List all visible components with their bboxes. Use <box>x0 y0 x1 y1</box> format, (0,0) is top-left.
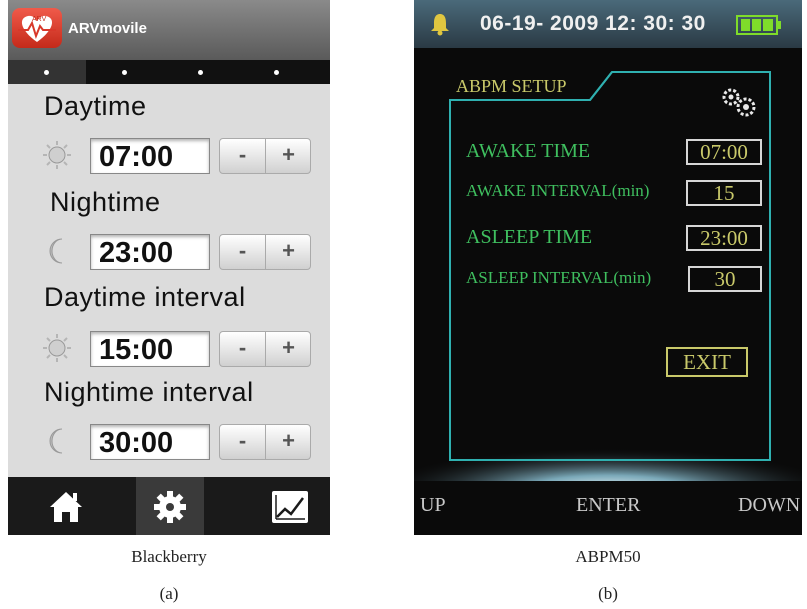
down-softkey[interactable]: DOWN <box>738 494 800 517</box>
sun-icon <box>43 141 71 169</box>
awake-interval-label: AWAKE INTERVAL(min) <box>466 181 650 200</box>
app-header: ARV ARVmovile <box>8 0 330 60</box>
nightime-value[interactable]: 23:00 <box>90 234 210 270</box>
caption-b: (b) <box>598 584 618 603</box>
nightime-interval-value[interactable]: 30:00 <box>90 424 210 460</box>
app-name: ARVmovile <box>68 20 147 37</box>
increment-button[interactable]: + <box>266 139 311 173</box>
page-dot[interactable] <box>122 70 127 75</box>
up-softkey[interactable]: UP <box>420 494 446 517</box>
page-dot[interactable] <box>198 70 203 75</box>
page-dot[interactable] <box>274 70 279 75</box>
awake-interval-value[interactable]: 15 <box>686 180 762 206</box>
decrement-button[interactable]: - <box>220 139 266 173</box>
daytime-interval-title: Daytime interval <box>44 282 246 312</box>
daytime-interval-value[interactable]: 15:00 <box>90 331 210 367</box>
page-dot[interactable] <box>44 70 49 75</box>
asleep-interval-value[interactable]: 30 <box>688 266 762 292</box>
daytime-title: Daytime <box>44 91 147 121</box>
sun-icon <box>43 334 71 362</box>
app-logo: ARV <box>12 8 62 48</box>
awake-time-label: AWAKE TIME <box>466 140 591 162</box>
increment-button[interactable]: + <box>266 235 311 269</box>
decrement-button[interactable]: - <box>220 332 266 366</box>
nightime-stepper: - + <box>219 234 311 270</box>
caption-abpm50: ABPM50 <box>575 547 641 566</box>
moon-icon <box>49 428 63 454</box>
gears-icon <box>722 88 756 117</box>
nightime-title: Nightime <box>50 187 161 217</box>
home-icon[interactable] <box>46 487 86 527</box>
awake-time-value[interactable]: 07:00 <box>686 139 762 165</box>
nightime-interval-title: Nightime interval <box>44 377 254 407</box>
bottom-nav <box>8 477 330 535</box>
increment-button[interactable]: + <box>266 425 311 459</box>
caption-a: (a) <box>159 584 179 603</box>
exit-button[interactable]: EXIT <box>666 347 748 377</box>
abpm50-screen: 06-19- 2009 12: 30: 30 ABPM SETUP AWAKE <box>414 0 802 535</box>
asleep-time-value[interactable]: 23:00 <box>686 225 762 251</box>
chart-icon[interactable] <box>270 487 310 527</box>
enter-softkey[interactable]: ENTER <box>576 494 640 517</box>
increment-button[interactable]: + <box>266 332 311 366</box>
daytime-interval-stepper: - + <box>219 331 311 367</box>
blackberry-screen: ARV ARVmovile Daytime 07:00 - + Nightime… <box>8 0 330 535</box>
logo-text: ARV <box>32 16 47 23</box>
daytime-value[interactable]: 07:00 <box>90 138 210 174</box>
nightime-interval-stepper: - + <box>219 424 311 460</box>
setup-title: ABPM SETUP <box>456 76 567 96</box>
asleep-time-label: ASLEEP TIME <box>466 226 593 248</box>
gear-icon[interactable] <box>150 487 190 527</box>
decrement-button[interactable]: - <box>220 425 266 459</box>
caption-blackberry: Blackberry <box>131 547 207 566</box>
asleep-interval-label: ASLEEP INTERVAL(min) <box>466 268 652 287</box>
moon-icon <box>49 238 63 264</box>
decrement-button[interactable]: - <box>220 235 266 269</box>
daytime-stepper: - + <box>219 138 311 174</box>
page-indicator <box>8 60 330 84</box>
